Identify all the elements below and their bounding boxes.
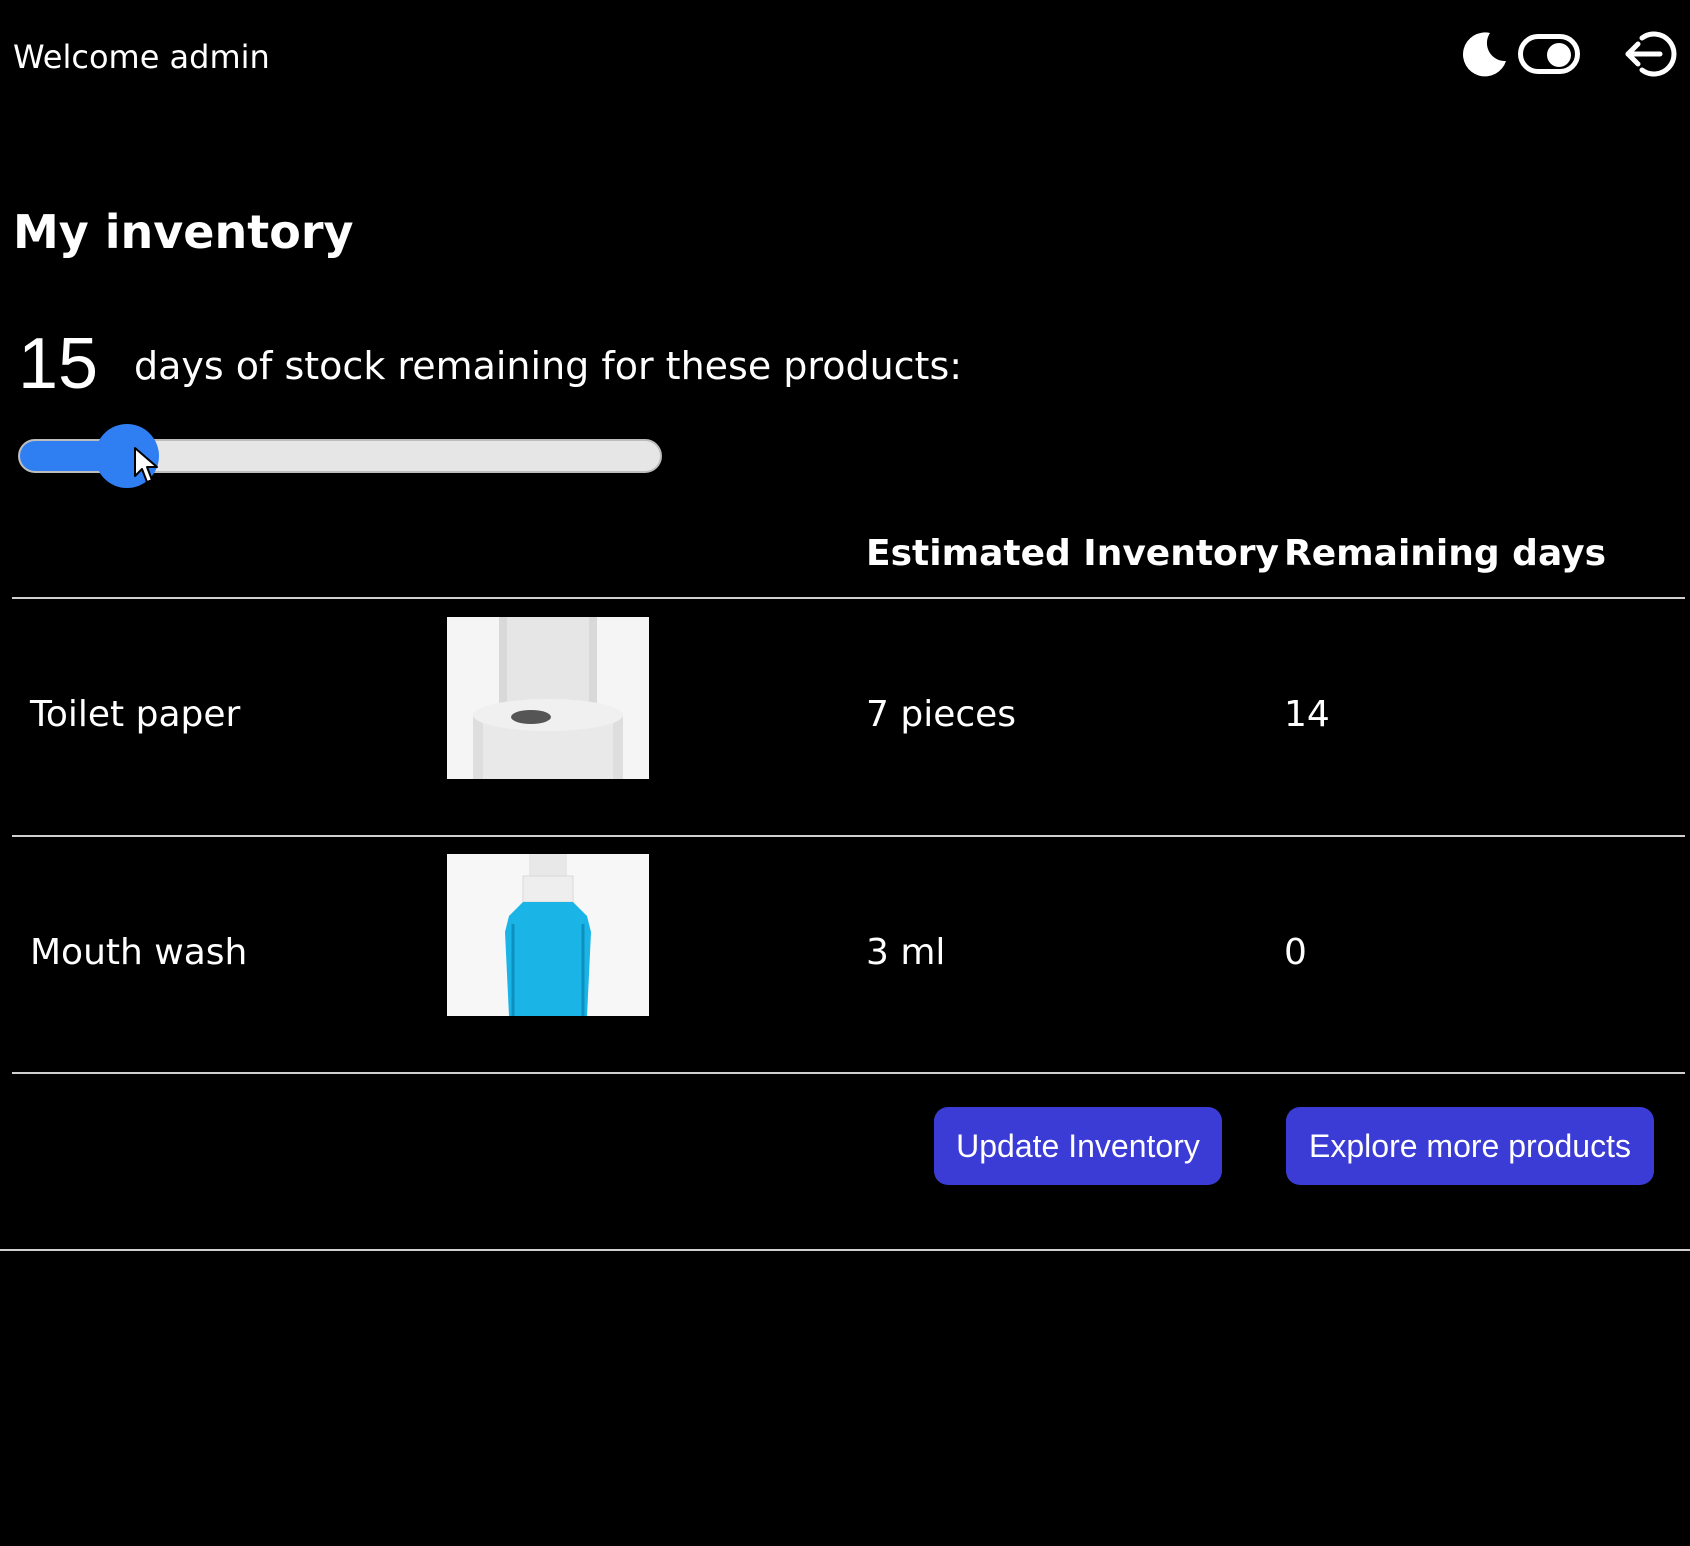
- estimated-inventory: 3 ml: [866, 932, 946, 973]
- divider: [12, 835, 1685, 837]
- mouth-wash-image: [447, 854, 649, 1016]
- estimated-inventory: 7 pieces: [866, 694, 1017, 735]
- remaining-days: 14: [1284, 694, 1330, 735]
- header-remaining-days: Remaining days: [1284, 533, 1607, 574]
- days-value: 15: [18, 324, 99, 404]
- inventory-page: Welcome admin My inventory 15 days of st…: [0, 0, 1690, 1546]
- mouse-cursor-icon: [134, 447, 158, 483]
- footer-divider: [0, 1249, 1690, 1251]
- divider: [12, 597, 1685, 599]
- update-inventory-button[interactable]: Update Inventory: [934, 1107, 1222, 1185]
- welcome-text: Welcome admin: [13, 38, 270, 76]
- page-title: My inventory: [13, 205, 354, 259]
- product-name: Mouth wash: [30, 932, 248, 973]
- toggle-knob: [1547, 43, 1571, 67]
- moon-icon[interactable]: [1460, 29, 1510, 79]
- theme-toggle[interactable]: [1518, 34, 1580, 74]
- header-estimated-inventory: Estimated Inventory: [866, 533, 1279, 574]
- header-actions: [1460, 26, 1678, 82]
- explore-products-button[interactable]: Explore more products: [1286, 1107, 1654, 1185]
- divider: [12, 1072, 1685, 1074]
- product-name: Toilet paper: [30, 694, 241, 735]
- toilet-paper-image: [447, 617, 649, 779]
- days-description: days of stock remaining for these produc…: [134, 344, 963, 388]
- remaining-days: 0: [1284, 932, 1307, 973]
- logout-icon[interactable]: [1622, 26, 1678, 82]
